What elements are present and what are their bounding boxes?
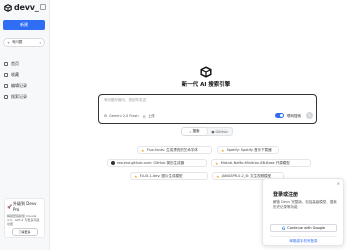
chip-label: resume.github.com: GitHub 简历生成器 xyxy=(117,160,185,165)
github-icon: ● xyxy=(211,129,215,134)
collapse-sidebar-icon[interactable] xyxy=(40,4,46,10)
chip-label: FLUX.1-dev: 图片生成模型 xyxy=(139,173,183,178)
sidebar-item-edit-history[interactable]: 编辑记录 xyxy=(4,80,46,91)
sidebar-item-home[interactable]: 首页 xyxy=(4,58,46,69)
google-login-label: Continue with Google xyxy=(287,226,326,230)
devv-logo-icon xyxy=(4,3,12,12)
bookmark-icon xyxy=(4,72,8,77)
star-icon: ★ xyxy=(141,147,145,153)
login-title: 登录或注册 xyxy=(273,192,299,198)
close-icon[interactable]: ✕ xyxy=(337,181,340,186)
star-icon: ★ xyxy=(215,160,219,166)
sidebar-nav: 首页 收藏 编辑记录 搜索记录 xyxy=(4,58,46,102)
upgrade-desc: 解锁更强模型 Claude 3.5、GPT-4 与更多高级功能 xyxy=(7,214,40,226)
list-icon xyxy=(4,94,8,99)
suggestion-chip[interactable]: ★ Flux-fonts: 生成漂亮的艺术字体 xyxy=(137,146,212,154)
suggestion-chip[interactable]: ★ FLUX.1-dev: 图片生成模型 xyxy=(130,172,208,180)
learn-more-label: 了解更多 xyxy=(18,230,31,234)
tab-label: 搜索 xyxy=(192,129,200,133)
github-icon xyxy=(111,161,115,165)
model-icon: ⚙ xyxy=(104,114,108,118)
new-chat-label: 新建 xyxy=(20,22,28,27)
star-icon: ★ xyxy=(216,173,220,179)
suggestion-chip[interactable]: resume.github.com: GitHub 简历生成器 xyxy=(107,159,207,167)
sidebar: devv_ 新建 + 有问题 ▾ 首页 收藏 编辑记录 搜索记录 🚀 升级到 D… xyxy=(0,0,50,250)
paperclip-icon: ⎘ xyxy=(143,114,146,119)
web-search-label: 联网搜索 xyxy=(287,114,301,118)
model-label: Gemini 2.0 Flash xyxy=(109,114,139,118)
chat-input-box[interactable]: 有问题尽管问，按回车发送 ⚙ Gemini 2.0 Flash ⎘ 上传 联网搜… xyxy=(98,94,317,124)
login-popup: ✕ 登录或注册 解锁 Devv 完整版，包括高级模型、搜索历史记录等功能 G C… xyxy=(262,178,344,246)
mode-tabs: ⌕ 搜索 ● GitHub xyxy=(181,127,233,136)
google-icon: G xyxy=(281,225,286,231)
new-chat-button[interactable]: 新建 xyxy=(3,20,45,30)
sidebar-item-label: 收藏 xyxy=(11,71,19,77)
tab-search[interactable]: ⌕ 搜索 xyxy=(182,128,207,135)
learn-more-button[interactable]: 了解更多 xyxy=(11,228,38,236)
upload-button[interactable]: ⎘ 上传 xyxy=(143,114,155,119)
chat-input-placeholder[interactable]: 有问题尽管问，按回车发送 xyxy=(104,98,146,103)
suggestion-chip[interactable]: ★ Mistral-NeMo-Minitron-8B-Base 开源模型 xyxy=(211,159,311,167)
upgrade-title: 🚀 升级到 Devv Pro xyxy=(7,201,42,212)
tab-label: GitHub xyxy=(215,129,228,134)
upgrade-card: 🚀 升级到 Devv Pro 解锁更强模型 Claude 3.5、GPT-4 与… xyxy=(4,198,45,238)
sidebar-search[interactable]: + 有问题 ▾ xyxy=(3,38,45,47)
sidebar-item-search-history[interactable]: 搜索记录 xyxy=(4,91,46,102)
suggestion-chip[interactable]: ★ Spotify: Spotify 音乐下载器 xyxy=(217,146,279,154)
star-icon: ★ xyxy=(134,173,138,179)
history-icon xyxy=(4,83,8,88)
google-login-button[interactable]: G Continue with Google xyxy=(270,224,337,232)
page-headline: 新一代 AI 搜索引擎 xyxy=(181,82,231,88)
brand-name: devv_ xyxy=(14,3,39,12)
sidebar-item-label: 首页 xyxy=(11,60,19,66)
home-icon xyxy=(4,61,8,66)
sidebar-search-label: 有问题 xyxy=(11,40,23,44)
plus-icon: + xyxy=(7,40,10,45)
search-icon: ⌕ xyxy=(189,129,192,134)
send-button[interactable]: ↑ xyxy=(306,112,313,119)
chevron-down-icon: ▾ xyxy=(39,40,41,45)
model-selector[interactable]: ⚙ Gemini 2.0 Flash xyxy=(104,114,139,118)
chip-label: Flux-fonts: 生成漂亮的艺术字体 xyxy=(146,147,198,152)
arrow-up-icon: ↑ xyxy=(307,113,312,118)
web-search-toggle[interactable] xyxy=(275,113,284,118)
sidebar-item-label: 搜索记录 xyxy=(11,93,27,99)
chip-label: Mistral-NeMo-Minitron-8B-Base 开源模型 xyxy=(220,160,290,165)
login-desc: 解锁 Devv 完整版，包括高级模型、搜索历史记录等功能 xyxy=(273,200,337,209)
chip-label: Spotify: Spotify 音乐下载器 xyxy=(226,147,272,152)
sidebar-item-bookmarks[interactable]: 收藏 xyxy=(4,69,46,80)
rocket-icon: 🚀 xyxy=(7,204,12,209)
tab-github[interactable]: ● GitHub xyxy=(207,128,232,135)
email-login-link[interactable]: 邮箱或手机号登录 xyxy=(270,236,337,244)
upload-label: 上传 xyxy=(147,114,155,118)
star-icon: ★ xyxy=(221,147,225,153)
upgrade-title-text: 升级到 Devv Pro xyxy=(12,201,37,212)
devv-logo-large-icon xyxy=(200,66,212,78)
sidebar-item-label: 编辑记录 xyxy=(11,82,27,88)
brand[interactable]: devv_ xyxy=(4,3,39,12)
